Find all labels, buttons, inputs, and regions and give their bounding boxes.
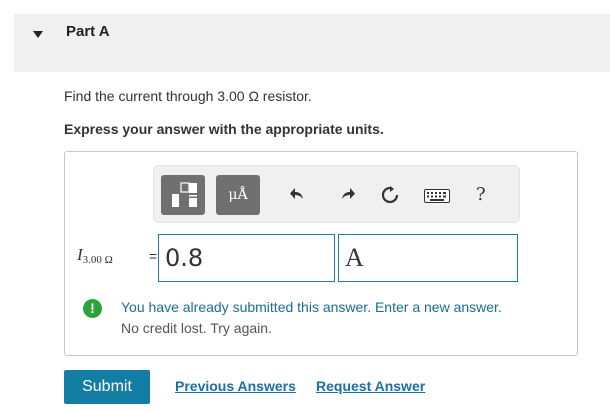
question-text: Find the current through 3.00 Ω resistor… xyxy=(64,88,312,104)
equals-sign: = xyxy=(149,248,158,264)
previous-answers-link[interactable]: Previous Answers xyxy=(175,378,296,394)
math-toolbar: μÅ ? xyxy=(153,165,520,223)
keyboard-icon[interactable] xyxy=(424,188,450,206)
caret-down-icon[interactable] xyxy=(33,31,43,38)
answer-variable: I3.00 Ω xyxy=(77,245,113,266)
part-title: Part A xyxy=(66,23,110,40)
units-button[interactable]: μÅ xyxy=(216,175,260,215)
submit-button[interactable]: Submit xyxy=(64,370,150,404)
templates-icon xyxy=(172,182,197,207)
reset-icon[interactable] xyxy=(381,186,399,207)
answer-unit-input[interactable]: A xyxy=(338,234,518,282)
help-button[interactable]: ? xyxy=(476,186,486,204)
part-header[interactable]: Part A xyxy=(14,14,610,72)
answer-box: μÅ ? I3.00 Ω = 0.8 A ! You have already … xyxy=(64,151,578,356)
answer-instruction: Express your answer with the appropriate… xyxy=(64,121,384,137)
units-glyph: μÅ xyxy=(228,187,248,203)
answer-value-input[interactable]: 0.8 xyxy=(158,234,335,282)
templates-button[interactable] xyxy=(161,175,205,215)
request-answer-link[interactable]: Request Answer xyxy=(316,378,425,394)
feedback-line-1: You have already submitted this answer. … xyxy=(121,299,502,315)
redo-icon[interactable] xyxy=(340,186,356,205)
exclamation-icon: ! xyxy=(83,299,102,318)
undo-icon[interactable] xyxy=(289,186,305,205)
feedback-line-2: No credit lost. Try again. xyxy=(121,320,272,336)
variable-subscript: 3.00 Ω xyxy=(82,254,113,266)
